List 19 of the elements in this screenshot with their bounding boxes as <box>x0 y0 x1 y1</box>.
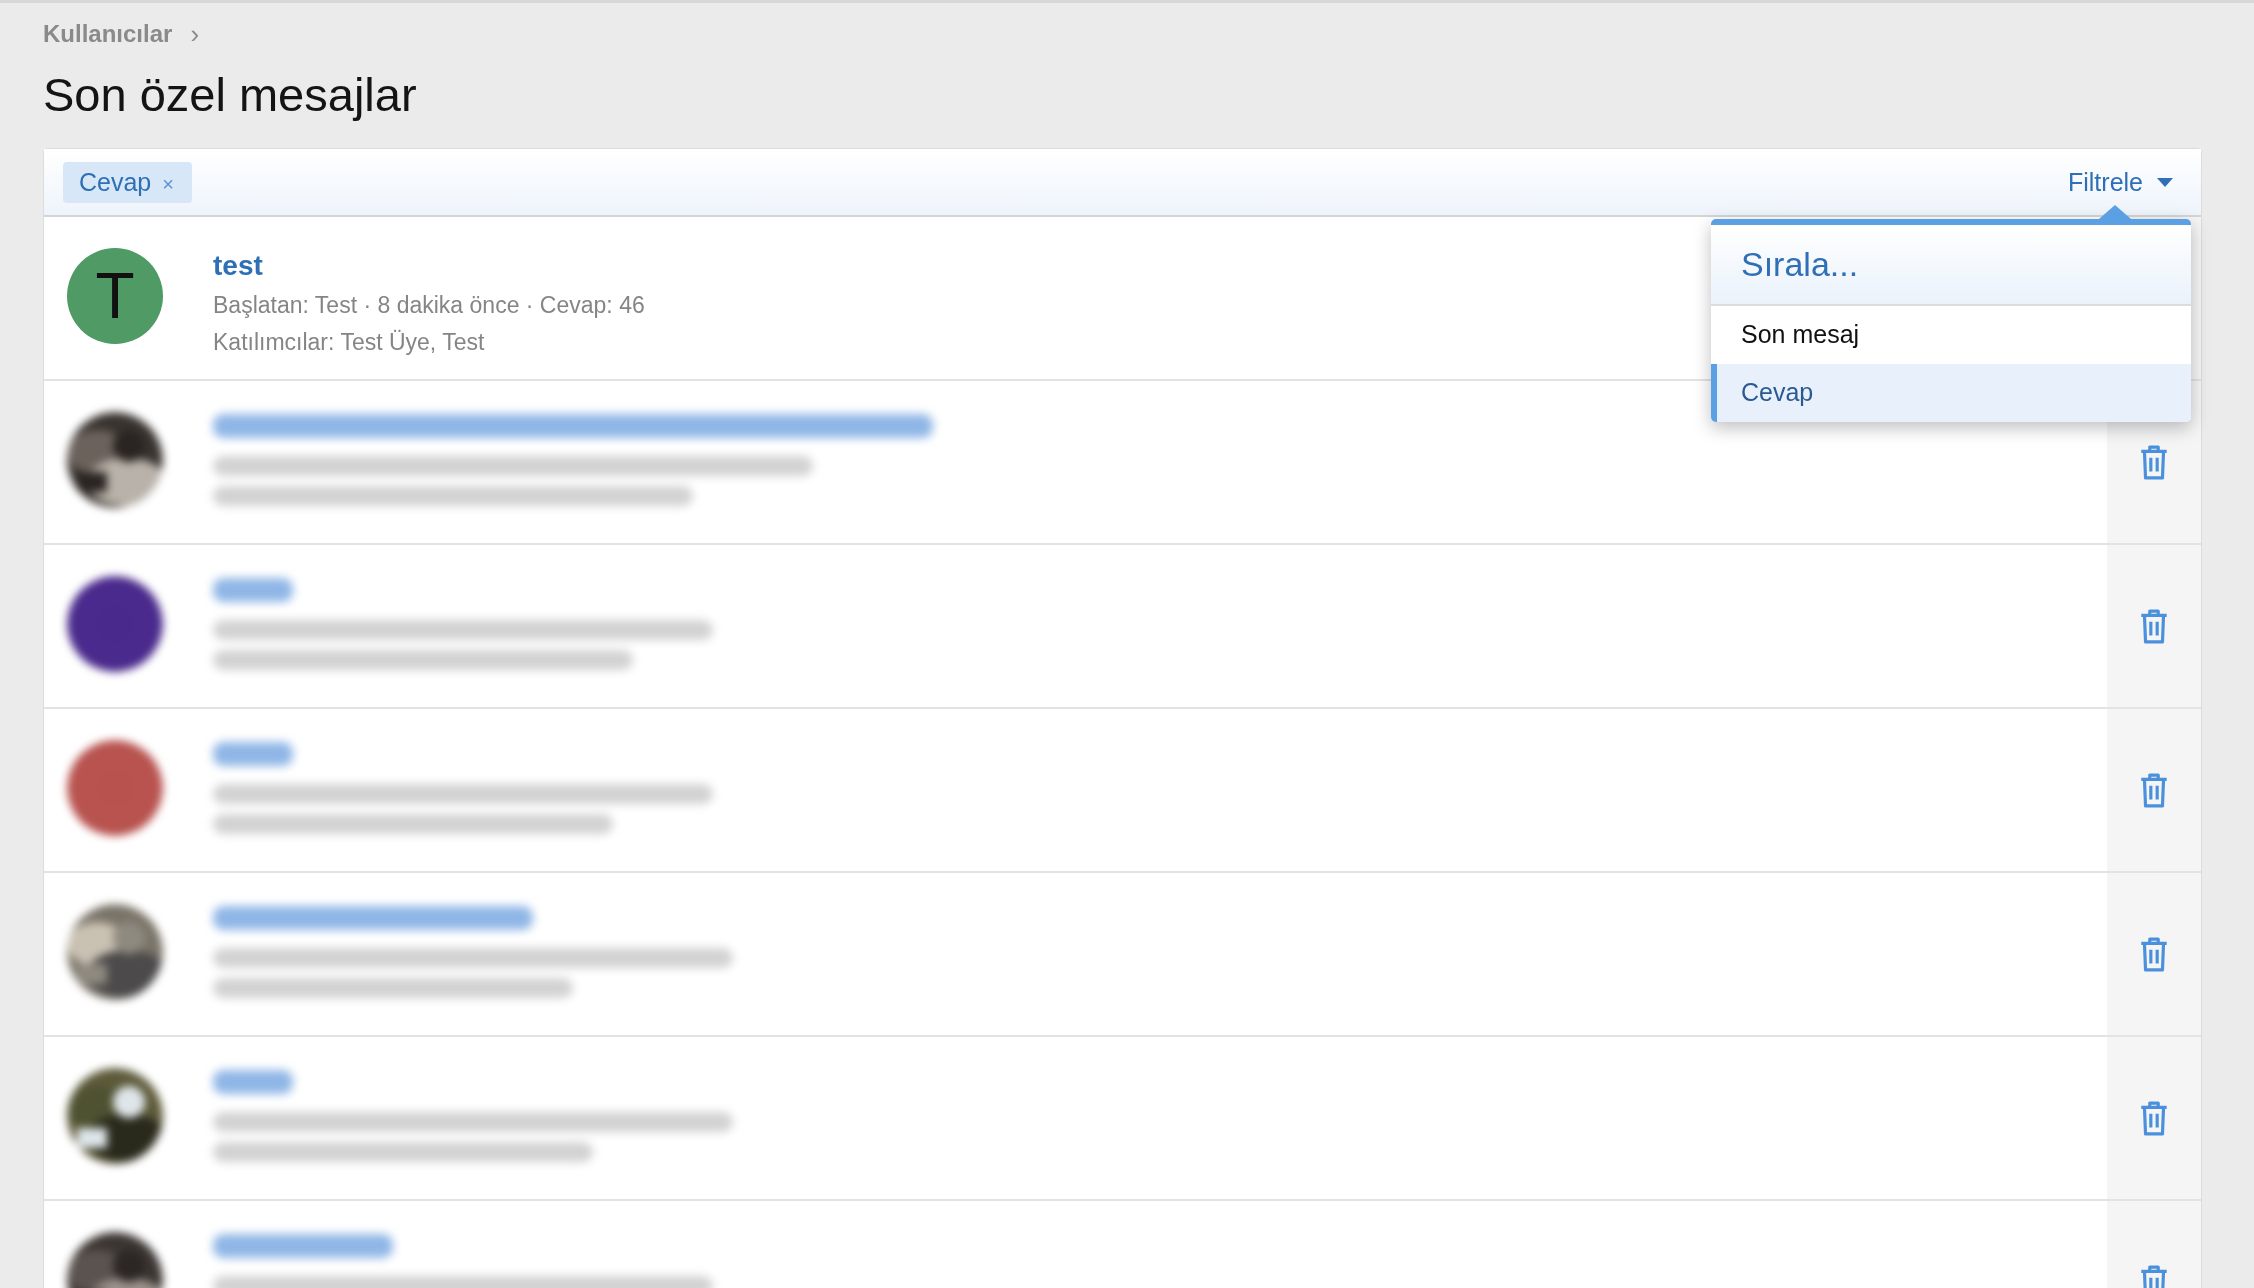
filter-button[interactable]: Filtrele <box>2060 163 2181 201</box>
menu-item[interactable]: Son mesaj <box>1711 306 2191 364</box>
menu-title: Sırala... <box>1711 225 2191 306</box>
conversation-title[interactable]: test <box>213 250 645 282</box>
breadcrumb-link[interactable]: Kullanıcılar <box>43 20 173 48</box>
delete-icon[interactable] <box>2139 608 2169 644</box>
caret-icon <box>2157 177 2173 187</box>
menu-item[interactable]: Cevap <box>1711 364 2191 422</box>
delete-icon[interactable] <box>2139 1100 2169 1136</box>
delete-icon[interactable] <box>2139 936 2169 972</box>
conversation-meta: Başlatan: Test · 8 dakika önce · Cevap: 46 <box>213 292 645 319</box>
delete-icon[interactable] <box>2139 444 2169 480</box>
filter-tag[interactable]: Cevap × <box>63 161 192 203</box>
chevron-icon: › <box>190 18 200 50</box>
page-title: Son özel mesajlar <box>43 67 418 122</box>
close-icon[interactable]: × <box>162 172 174 195</box>
participants-text: Katılımcılar: Test Üye, Test <box>213 329 486 356</box>
delete-icon[interactable] <box>2139 772 2169 808</box>
avatar[interactable]: T <box>67 248 163 344</box>
